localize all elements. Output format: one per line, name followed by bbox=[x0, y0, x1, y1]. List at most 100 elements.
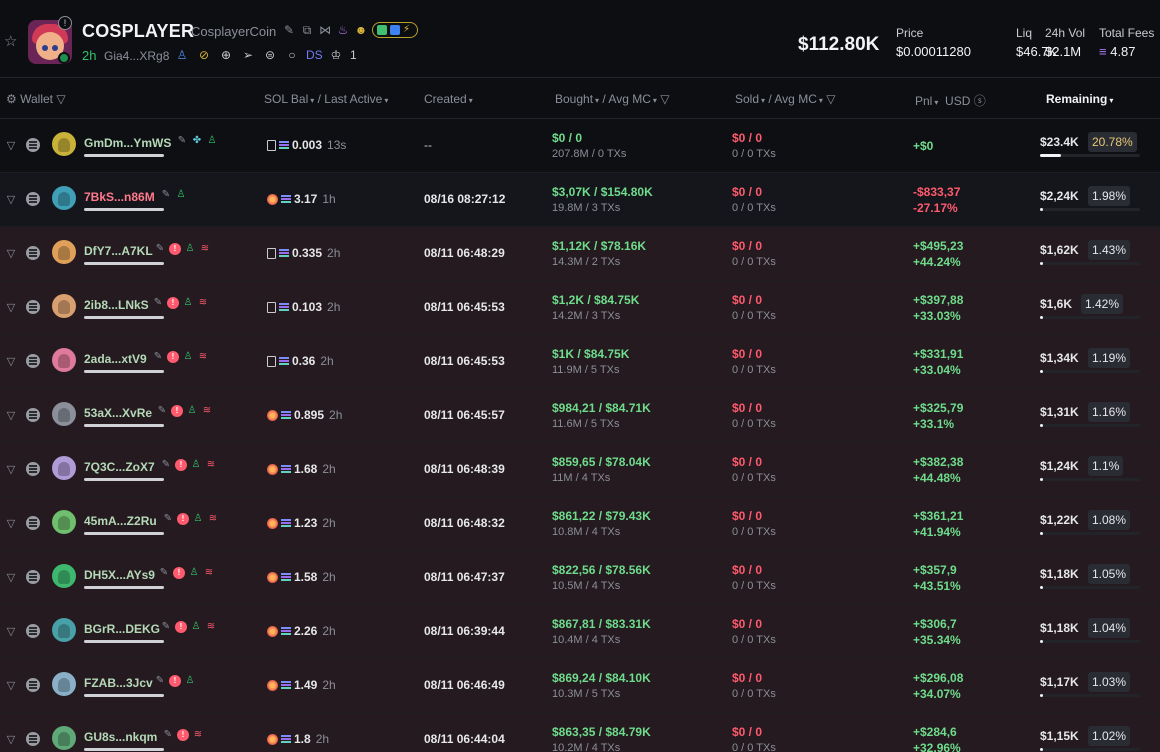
pump-icon[interactable]: ⊜ bbox=[262, 47, 278, 63]
share-icon[interactable]: ⋈ bbox=[318, 23, 332, 37]
edit-icon[interactable]: ✎ bbox=[154, 243, 166, 255]
user-plus-icon[interactable]: ♙ bbox=[184, 675, 196, 687]
alert-icon[interactable]: ! bbox=[175, 621, 187, 633]
filter-icon[interactable]: ▽ bbox=[4, 625, 18, 639]
dexscreener-link[interactable]: DS bbox=[306, 47, 323, 63]
alert-icon[interactable]: ! bbox=[171, 405, 183, 417]
edit-icon[interactable]: ✎ bbox=[152, 351, 164, 363]
alert-icon[interactable]: ! bbox=[167, 297, 179, 309]
edit-icon[interactable]: ✎ bbox=[160, 189, 172, 201]
wallet-name[interactable]: DH5X...AYs9 bbox=[84, 568, 155, 582]
layers-icon[interactable]: ≋ bbox=[199, 243, 211, 255]
filter-icon[interactable]: ▽ bbox=[4, 463, 18, 477]
wallet-name[interactable]: GU8s...nkqm bbox=[84, 730, 157, 744]
wallet-name[interactable]: 7BkS...n86M bbox=[84, 190, 155, 204]
user-plus-icon[interactable]: ♙ bbox=[190, 621, 202, 633]
table-row[interactable]: ▽ 2ib8...LNkS ✎! ♙ ≋ 0.103 2h 08/11 06:45:… bbox=[0, 281, 1160, 335]
wallet-name[interactable]: 2ib8...LNkS bbox=[84, 298, 149, 312]
col-bought[interactable]: Bought ▾ / Avg MC ▾ ▽ bbox=[555, 92, 669, 106]
layers-icon[interactable]: ≋ bbox=[197, 297, 209, 309]
alert-icon[interactable]: ! bbox=[169, 675, 181, 687]
filter-icon[interactable]: ▽ bbox=[4, 193, 18, 207]
menu-icon[interactable] bbox=[26, 678, 40, 692]
table-row[interactable]: ▽ 7Q3C...ZoX7 ✎! ♙ ≋ 1.68 2h 08/11 06:48:3… bbox=[0, 443, 1160, 497]
filter-icon[interactable]: ▽ bbox=[4, 355, 18, 369]
table-row[interactable]: ▽ DfY7...A7KL ✎! ♙ ≋ 0.335 2h 08/11 06:48:… bbox=[0, 227, 1160, 281]
filter-icon[interactable]: ▽ bbox=[660, 92, 669, 106]
globe-icon[interactable]: ⊕ bbox=[218, 47, 234, 63]
table-row[interactable]: ▽ BGrR...DEKG ✎! ♙ ≋ 2.26 2h 08/11 06:39:4… bbox=[0, 605, 1160, 659]
user-plus-icon[interactable]: ♙ bbox=[175, 189, 187, 201]
edit-icon[interactable]: ✎ bbox=[156, 405, 168, 417]
wallet-name[interactable]: FZAB...3Jcv bbox=[84, 676, 153, 690]
layers-icon[interactable]: ≋ bbox=[197, 351, 209, 363]
col-remaining[interactable]: Remaining ▾ bbox=[1046, 92, 1113, 106]
user-plus-icon[interactable]: ♙ bbox=[192, 513, 204, 525]
edit-icon[interactable]: ✎ bbox=[282, 23, 296, 37]
user-plus-icon[interactable]: ♙ bbox=[184, 243, 196, 255]
menu-icon[interactable] bbox=[26, 246, 40, 260]
alert-icon[interactable]: ! bbox=[167, 351, 179, 363]
filter-icon[interactable]: ▽ bbox=[4, 247, 18, 261]
col-pnl[interactable]: Pnl ▾ USD ⓢ bbox=[915, 92, 986, 109]
menu-icon[interactable] bbox=[26, 516, 40, 530]
table-row[interactable]: ▽ 53aX...XvRe ✎! ♙ ≋ 0.895 2h 08/11 06:45:… bbox=[0, 389, 1160, 443]
filter-icon[interactable]: ▽ bbox=[56, 92, 65, 106]
wallet-name[interactable]: 45mA...Z2Ru bbox=[84, 514, 157, 528]
layers-icon[interactable]: ≋ bbox=[203, 567, 215, 579]
menu-icon[interactable] bbox=[26, 570, 40, 584]
menu-icon[interactable] bbox=[26, 732, 40, 746]
user-plus-icon[interactable]: ♙ bbox=[182, 297, 194, 309]
filter-icon[interactable]: ▽ bbox=[4, 301, 18, 315]
fish-icon[interactable]: ✤ bbox=[191, 135, 203, 147]
col-sold[interactable]: Sold ▾ / Avg MC ▾ ▽ bbox=[735, 92, 835, 106]
table-row[interactable]: ▽ GU8s...nkqm ✎! ≋ 1.8 2h 08/11 06:44:04 … bbox=[0, 713, 1160, 752]
user-icon[interactable]: ♙ bbox=[174, 47, 190, 63]
layers-icon[interactable]: ≋ bbox=[201, 405, 213, 417]
edit-icon[interactable]: ✎ bbox=[160, 621, 172, 633]
layers-icon[interactable]: ≋ bbox=[207, 513, 219, 525]
filter-icon[interactable]: ▽ bbox=[826, 92, 835, 106]
wallet-name[interactable]: DfY7...A7KL bbox=[84, 244, 153, 258]
user-plus-icon[interactable]: ♙ bbox=[190, 459, 202, 471]
wallet-name[interactable]: BGrR...DEKG bbox=[84, 622, 160, 636]
user-plus-icon[interactable]: ♙ bbox=[186, 405, 198, 417]
layers-icon[interactable]: ≋ bbox=[205, 621, 217, 633]
token-address[interactable]: Gia4...XRg8 bbox=[104, 49, 169, 63]
user-plus-icon[interactable]: ♙ bbox=[182, 351, 194, 363]
filter-icon[interactable]: ▽ bbox=[4, 679, 18, 693]
edit-icon[interactable]: ✎ bbox=[162, 729, 174, 741]
filter-icon[interactable]: ▽ bbox=[4, 571, 18, 585]
layers-icon[interactable]: ≋ bbox=[192, 729, 204, 741]
layers-icon[interactable]: ≋ bbox=[205, 459, 217, 471]
user-plus-icon[interactable]: ♙ bbox=[206, 135, 218, 147]
table-row[interactable]: ▽ FZAB...3Jcv ✎! ♙ 1.49 2h 08/11 06:46:49… bbox=[0, 659, 1160, 713]
menu-icon[interactable] bbox=[26, 192, 40, 206]
table-row[interactable]: ▽ 7BkS...n86M ✎ ♙ 3.17 1h 08/16 08:27:12 … bbox=[0, 173, 1160, 227]
table-row[interactable]: ▽ 2ada...xtV9 ✎! ♙ ≋ 0.36 2h 08/11 06:45:5… bbox=[0, 335, 1160, 389]
filter-icon[interactable]: ▽ bbox=[4, 517, 18, 531]
search-icon[interactable]: ○ bbox=[284, 47, 300, 63]
user-plus-icon[interactable]: ♙ bbox=[188, 567, 200, 579]
warning-icon[interactable]: ⊘ bbox=[196, 47, 212, 63]
telegram-icon[interactable]: ➢ bbox=[240, 47, 256, 63]
filter-icon[interactable]: ▽ bbox=[4, 409, 18, 423]
wallet-name[interactable]: 2ada...xtV9 bbox=[84, 352, 147, 366]
edit-icon[interactable]: ✎ bbox=[154, 675, 166, 687]
menu-icon[interactable] bbox=[26, 300, 40, 314]
edit-icon[interactable]: ✎ bbox=[152, 297, 164, 309]
edit-icon[interactable]: ✎ bbox=[176, 135, 188, 147]
menu-icon[interactable] bbox=[26, 462, 40, 476]
menu-icon[interactable] bbox=[26, 408, 40, 422]
settings-icon[interactable]: ⚙ bbox=[6, 92, 17, 106]
alert-icon[interactable]: ! bbox=[173, 567, 185, 579]
edit-icon[interactable]: ✎ bbox=[160, 459, 172, 471]
edit-icon[interactable]: ✎ bbox=[162, 513, 174, 525]
alert-icon[interactable]: ! bbox=[177, 729, 189, 741]
menu-icon[interactable] bbox=[26, 354, 40, 368]
col-sol-bal[interactable]: SOL Bal ▾ / Last Active ▾ bbox=[264, 92, 388, 106]
edit-icon[interactable]: ✎ bbox=[158, 567, 170, 579]
alert-icon[interactable]: ! bbox=[169, 243, 181, 255]
currency-toggle-icon[interactable]: ⓢ bbox=[974, 94, 986, 108]
alert-icon[interactable]: ! bbox=[175, 459, 187, 471]
